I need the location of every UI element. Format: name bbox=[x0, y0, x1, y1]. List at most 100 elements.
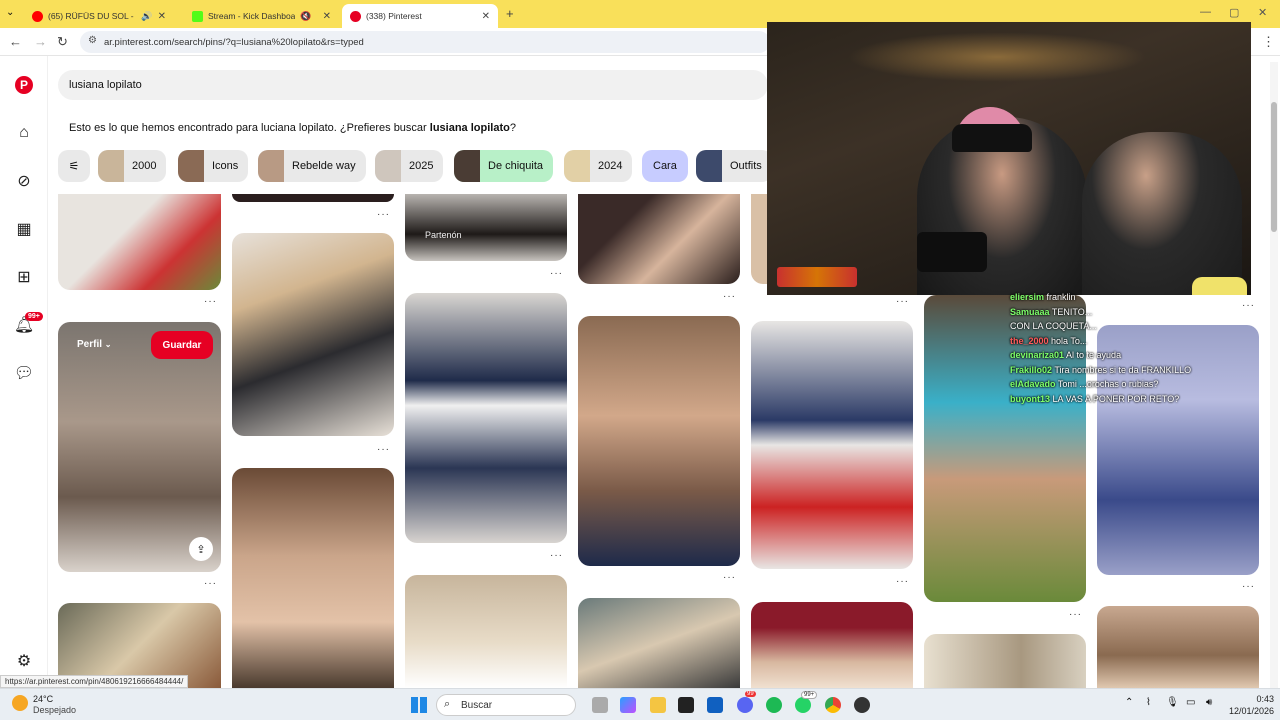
pin-more-icon[interactable]: ··· bbox=[896, 296, 909, 307]
store-icon[interactable] bbox=[678, 697, 694, 713]
suggestion-link[interactable]: lusiana lopilato bbox=[430, 122, 510, 134]
pin-image[interactable]: Partenón bbox=[405, 194, 567, 261]
obs-icon[interactable] bbox=[854, 697, 870, 713]
tab-close-icon[interactable]: ✕ bbox=[158, 11, 166, 22]
pin-image[interactable] bbox=[924, 634, 1086, 688]
site-info-icon[interactable]: ⚙ bbox=[88, 35, 97, 46]
copilot-icon[interactable] bbox=[620, 697, 636, 713]
explore-icon[interactable]: ⊘ bbox=[14, 171, 34, 191]
create-icon[interactable]: ⊞ bbox=[14, 267, 34, 287]
pin-image[interactable] bbox=[1097, 606, 1259, 688]
tray-chevron-icon[interactable]: ⌃ bbox=[1125, 697, 1133, 708]
tab-pinterest[interactable]: (338) Pinterest ✕ bbox=[342, 4, 498, 28]
chip-2025[interactable]: 2025 bbox=[375, 150, 444, 182]
chip-cara[interactable]: Cara bbox=[642, 150, 688, 182]
pin-image[interactable] bbox=[405, 293, 567, 543]
pin-image[interactable] bbox=[578, 194, 740, 284]
boards-icon[interactable]: ▦ bbox=[14, 219, 34, 239]
close-window-icon[interactable]: ✕ bbox=[1258, 6, 1267, 19]
mic-icon[interactable]: 🎙︎ bbox=[1166, 697, 1179, 708]
pin-more-icon[interactable]: ··· bbox=[377, 444, 390, 455]
clock-time[interactable]: 0:43 bbox=[1226, 694, 1274, 704]
spotify-icon[interactable] bbox=[766, 697, 782, 713]
scrollbar-thumb[interactable] bbox=[1271, 102, 1277, 232]
chat-message: devinariza01 Al to te ayuda bbox=[1010, 350, 1122, 360]
weather-temp[interactable]: 24°C bbox=[33, 694, 53, 704]
chip-icons[interactable]: Icons bbox=[178, 150, 249, 182]
home-icon[interactable]: ⌂ bbox=[14, 123, 34, 143]
menu-icon[interactable]: ⋮ bbox=[1262, 34, 1275, 50]
chip-de-chiquita[interactable]: De chiquita bbox=[454, 150, 554, 182]
forward-icon[interactable]: → bbox=[34, 34, 47, 49]
windows-start-icon[interactable] bbox=[411, 697, 427, 713]
pin-image-hovered[interactable]: Perfil ⌄ Guardar ⇪ bbox=[58, 322, 221, 572]
pin-image[interactable] bbox=[232, 233, 394, 436]
url-text: ar.pinterest.com/search/pins/?q=lusiana%… bbox=[104, 36, 364, 48]
minimize-icon[interactable]: — bbox=[1200, 6, 1211, 18]
pin-image[interactable] bbox=[578, 598, 740, 688]
address-bar[interactable]: ⚙ ar.pinterest.com/search/pins/?q=lusian… bbox=[80, 31, 770, 53]
tab-close-icon[interactable]: ✕ bbox=[482, 11, 490, 22]
tab-list-dropdown-icon[interactable]: ⌄ bbox=[6, 7, 14, 18]
back-icon[interactable]: ← bbox=[9, 34, 22, 49]
chip-rebelde-way[interactable]: Rebelde way bbox=[258, 150, 366, 182]
pinterest-favicon-icon bbox=[350, 10, 361, 22]
pin-image[interactable] bbox=[751, 602, 913, 688]
stream-deck bbox=[777, 267, 857, 287]
pin-more-icon[interactable]: ··· bbox=[896, 576, 909, 587]
pin-more-icon[interactable]: ··· bbox=[550, 268, 563, 279]
chip-outfits[interactable]: Outfits bbox=[696, 150, 768, 182]
chrome-icon[interactable] bbox=[825, 697, 841, 713]
filter-button[interactable]: ⚟ bbox=[58, 150, 90, 182]
webcam-overlay bbox=[767, 22, 1251, 295]
pin-image[interactable] bbox=[232, 468, 394, 688]
pin-more-icon[interactable]: ··· bbox=[377, 209, 390, 220]
pin-more-icon[interactable]: ··· bbox=[204, 578, 217, 589]
pin-image[interactable] bbox=[405, 575, 567, 688]
pin-more-icon[interactable]: ··· bbox=[1242, 300, 1255, 311]
tab-kick[interactable]: Stream - Kick Dashboard 🔇 ✕ bbox=[184, 4, 339, 28]
whatsapp-icon[interactable] bbox=[795, 697, 811, 713]
file-explorer-icon[interactable] bbox=[650, 697, 666, 713]
discord-icon[interactable] bbox=[737, 697, 753, 713]
display-icon[interactable]: ▭ bbox=[1186, 697, 1195, 708]
clock-date[interactable]: 12/01/2026 bbox=[1226, 706, 1274, 716]
pin-more-icon[interactable]: ··· bbox=[1242, 581, 1255, 592]
maximize-icon[interactable]: ▢ bbox=[1229, 6, 1239, 19]
share-icon[interactable]: ⇪ bbox=[189, 537, 213, 561]
settings-icon[interactable]: ⚙ bbox=[14, 651, 34, 671]
cap bbox=[952, 124, 1032, 152]
pin-more-icon[interactable]: ··· bbox=[204, 296, 217, 307]
pinterest-sidebar: P ⌂ ⊘ ▦ ⊞ 🔔︎ 99+ 💬︎ ⚙ bbox=[0, 56, 48, 688]
reload-icon[interactable]: ↻ bbox=[57, 34, 68, 50]
pin-image[interactable] bbox=[232, 194, 394, 202]
speaker-icon: 🔊 bbox=[141, 10, 153, 21]
pin-more-icon[interactable]: ··· bbox=[550, 550, 563, 561]
outlook-icon[interactable] bbox=[707, 697, 723, 713]
volume-icon[interactable]: 🔊︎ bbox=[1206, 697, 1212, 708]
taskbar-search[interactable]: ⌕ Buscar bbox=[436, 694, 576, 716]
save-button[interactable]: Guardar bbox=[151, 331, 213, 359]
messages-icon[interactable]: 💬︎ bbox=[14, 363, 34, 383]
pin-image[interactable] bbox=[58, 194, 221, 290]
scrollbar-track[interactable] bbox=[1270, 62, 1278, 688]
network-icon[interactable]: ⌇ bbox=[1146, 697, 1151, 708]
chat-message: eliersim franklin bbox=[1010, 292, 1076, 302]
pin-image[interactable] bbox=[751, 321, 913, 569]
weather-icon[interactable] bbox=[12, 695, 28, 711]
task-view-icon[interactable] bbox=[592, 697, 608, 713]
pin-more-icon[interactable]: ··· bbox=[723, 572, 736, 583]
pin-image[interactable] bbox=[578, 316, 740, 566]
new-tab-icon[interactable]: + bbox=[506, 6, 514, 21]
pinterest-logo-icon[interactable]: P bbox=[14, 75, 34, 95]
tab-youtube[interactable]: (65) RÜFÜS DU SOL - On My... 🔊 ✕ bbox=[24, 4, 174, 28]
chip-2024[interactable]: 2024 bbox=[564, 150, 633, 182]
pin-board-selector[interactable]: Perfil ⌄ bbox=[77, 339, 112, 350]
tab-close-icon[interactable]: ✕ bbox=[323, 11, 331, 22]
pin-more-icon[interactable]: ··· bbox=[723, 291, 736, 302]
suggestion-prefix: Esto es lo que hemos encontrado para luc… bbox=[69, 122, 430, 134]
pin-more-icon[interactable]: ··· bbox=[1069, 609, 1082, 620]
chip-thumbnail bbox=[454, 150, 480, 182]
chip-2000[interactable]: 2000 bbox=[98, 150, 167, 182]
search-input[interactable]: lusiana lopilato bbox=[58, 70, 768, 100]
